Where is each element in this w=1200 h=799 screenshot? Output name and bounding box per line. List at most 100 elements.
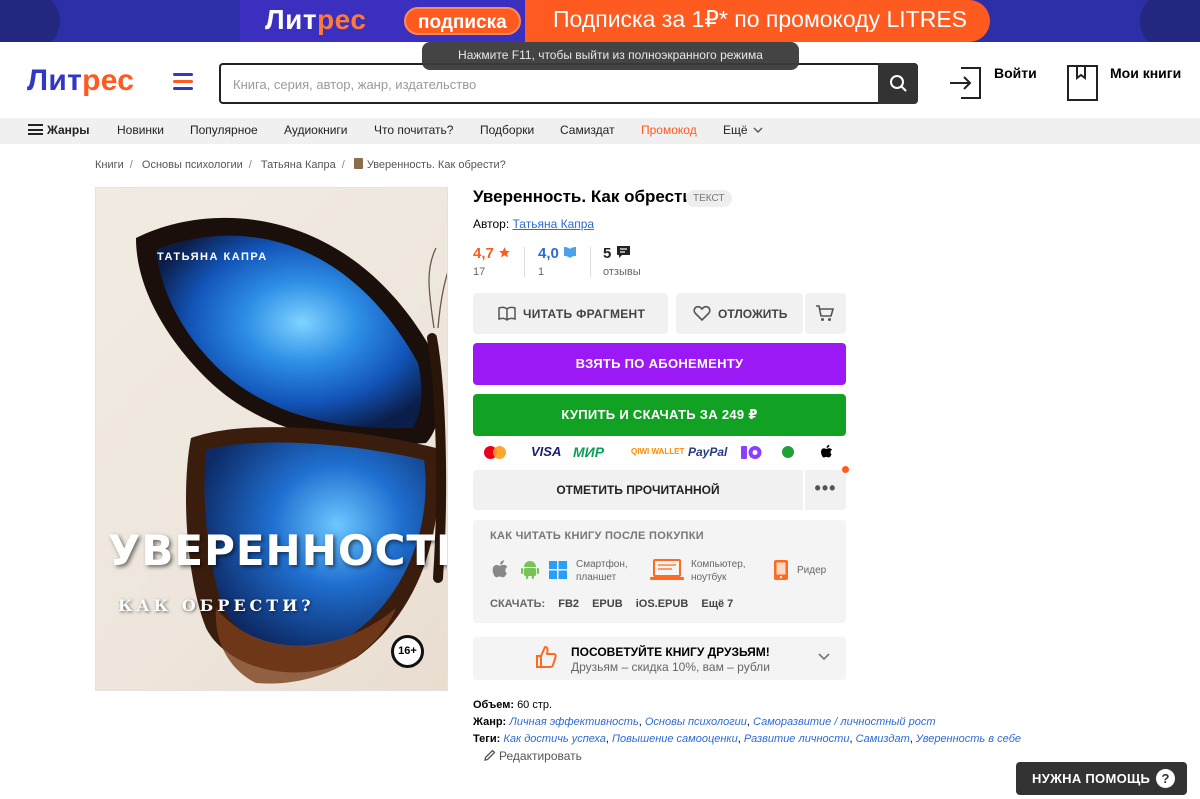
download-epub[interactable]: EPUB [592,598,623,610]
sberpay-icon [782,446,794,458]
genre-link[interactable]: Саморазвитие / личностный рост [753,716,935,728]
breadcrumb-link[interactable]: Татьяна Капра [261,159,336,171]
subscribe-button[interactable]: ВЗЯТЬ ПО АБОНЕМЕНТУ [473,343,846,385]
breadcrumb: Книги / Основы психологии / Татьяна Капра /… [95,158,506,171]
litres-rating[interactable]: 4,7 17 [473,245,511,278]
book-cover[interactable]: ТАТЬЯНА КАПРА УВЕРЕННОСТЬ КАК ОБРЕСТИ? 1… [95,187,448,691]
help-button[interactable]: НУЖНА ПОМОЩЬ ? [1016,762,1187,795]
read-fragment-button[interactable]: ЧИТАТЬ ФРАГМЕНТ [473,293,668,334]
search-button[interactable] [878,63,918,104]
divider [524,247,525,277]
reviews-count[interactable]: 5 отзывы [603,245,641,278]
download-row: СКАЧАТЬ: FB2 EPUB iOS.EPUB Ещё 7 [490,598,734,610]
mir-icon: МИР [573,444,605,460]
tag-link[interactable]: Развитие личности [744,733,850,745]
nav-item-popular[interactable]: Популярное [190,123,258,137]
comment-icon [616,246,630,258]
recommend-panel[interactable]: ПОСОВЕТУЙТЕ КНИГУ ДРУЗЬЯМ! Друзьям – ски… [473,637,846,680]
header: Литрес Войти Мои книги Нажмите F11, чтоб… [0,42,1200,118]
edit-link[interactable]: Редактировать [484,749,582,763]
tag-link[interactable]: Как достичь успеха [503,733,606,745]
book-title: Уверенность. Как обрести? [473,187,704,206]
download-more[interactable]: Ещё 7 [701,598,733,610]
main-nav: Жанры Новинки Популярное Аудиокниги Что … [0,118,1200,144]
recommend-subtitle: Друзьям – скидка 10%, вам – рубли [571,660,770,674]
qiwi-icon: QIWI WALLET [631,447,685,456]
cover-author: ТАТЬЯНА КАПРА [157,251,268,263]
banner-decoration [0,0,60,42]
login-label: Войти [994,65,1037,81]
chevron-down-icon [753,127,763,133]
nav-genres[interactable]: Жанры [28,123,90,137]
more-options-button[interactable]: ••• [805,470,846,510]
volume-line: Объем: 60 стр. [473,699,553,711]
book-icon [353,158,363,169]
logo-bars-icon [173,73,193,90]
banner-decoration [1140,0,1200,42]
search-input[interactable] [233,73,873,95]
promo-banner[interactable]: Литрес подписка Подписка за 1₽* по промо… [0,0,1200,42]
device-reader[interactable]: Ридер [797,564,826,577]
open-book-icon [498,306,516,321]
apple-pay-icon [821,444,832,458]
postpone-button[interactable]: ОТЛОЖИТЬ [676,293,803,334]
nav-item-samizdat[interactable]: Самиздат [560,123,615,137]
buy-button[interactable]: КУПИТЬ И СКАЧАТЬ ЗА 249 ₽ [473,394,846,436]
tag-link[interactable]: Уверенность в себе [916,733,1021,745]
site-logo[interactable]: Литрес [27,64,134,98]
device-computer[interactable]: Компьютер, ноутбук [691,558,746,584]
breadcrumb-current: Уверенность. Как обрести? [366,159,506,171]
author-line: Автор: Татьяна Капра [473,217,595,231]
tags-line: Теги: Как достичь успеха, Повышение само… [473,733,1021,745]
breadcrumb-link[interactable]: Основы психологии [142,159,243,171]
promo-tag: подписка [404,7,521,35]
menu-icon [28,124,43,135]
fullscreen-tip: Нажмите F11, чтобы выйти из полноэкранно… [422,42,799,70]
author-link[interactable]: Татьяна Капра [513,217,595,231]
tag-link[interactable]: Повышение самооценки [612,733,738,745]
cover-subtitle: КАК ОБРЕСТИ? [118,596,315,615]
question-icon: ? [1156,769,1175,788]
login-icon [950,67,981,99]
visa-icon: VISA [531,444,562,459]
device-phone[interactable]: Смартфон, планшет [576,558,628,584]
livelib-rating[interactable]: 4,0 1 [538,245,577,278]
cover-title: УВЕРЕННОСТЬ [108,526,448,575]
mark-read-button[interactable]: ОТМЕТИТЬ ПРОЧИТАННОЙ [473,470,803,510]
cart-icon [816,305,835,321]
thumbs-up-icon [536,646,557,668]
how-to-read-heading: КАК ЧИТАТЬ КНИГУ ПОСЛЕ ПОКУПКИ [490,530,704,542]
book-type-badge: ТЕКСТ [686,190,732,207]
nav-item-new[interactable]: Новинки [117,123,164,137]
how-to-read-panel: КАК ЧИТАТЬ КНИГУ ПОСЛЕ ПОКУПКИ Смартфон,… [473,520,846,623]
add-to-cart-button[interactable] [805,293,846,334]
nav-item-what-to-read[interactable]: Что почитать? [374,123,453,137]
chevron-down-icon [818,653,830,661]
windows-icon [549,561,567,579]
heart-icon [693,305,711,321]
mastercard-icon [484,446,506,459]
nav-item-more[interactable]: Ещё [723,123,763,137]
apple-icon [492,560,508,578]
search-icon [890,75,907,92]
promo-logo: Литрес [265,4,367,35]
breadcrumb-link[interactable]: Книги [95,159,124,171]
laptop-icon [650,559,684,580]
age-rating-badge: 16+ [391,635,424,668]
nav-item-audiobooks[interactable]: Аудиокниги [284,123,348,137]
tag-link[interactable]: Самиздат [856,733,910,745]
book-icon [1067,65,1098,101]
yoomoney-icon [741,446,762,459]
genre-line: Жанр: Личная эффективность, Основы психо… [473,716,936,728]
android-icon [521,561,539,579]
download-fb2[interactable]: FB2 [558,598,579,610]
nav-item-collections[interactable]: Подборки [480,123,534,137]
star-icon [499,247,510,258]
divider [590,247,591,277]
livelib-book-icon [564,247,577,258]
promo-text: Подписка за 1₽* по промокоду LITRES [553,6,967,32]
genre-link[interactable]: Личная эффективность [509,716,638,728]
download-ios-epub[interactable]: iOS.EPUB [636,598,689,610]
genre-link[interactable]: Основы психологии [645,716,747,728]
nav-item-promocode[interactable]: Промокод [641,123,697,137]
